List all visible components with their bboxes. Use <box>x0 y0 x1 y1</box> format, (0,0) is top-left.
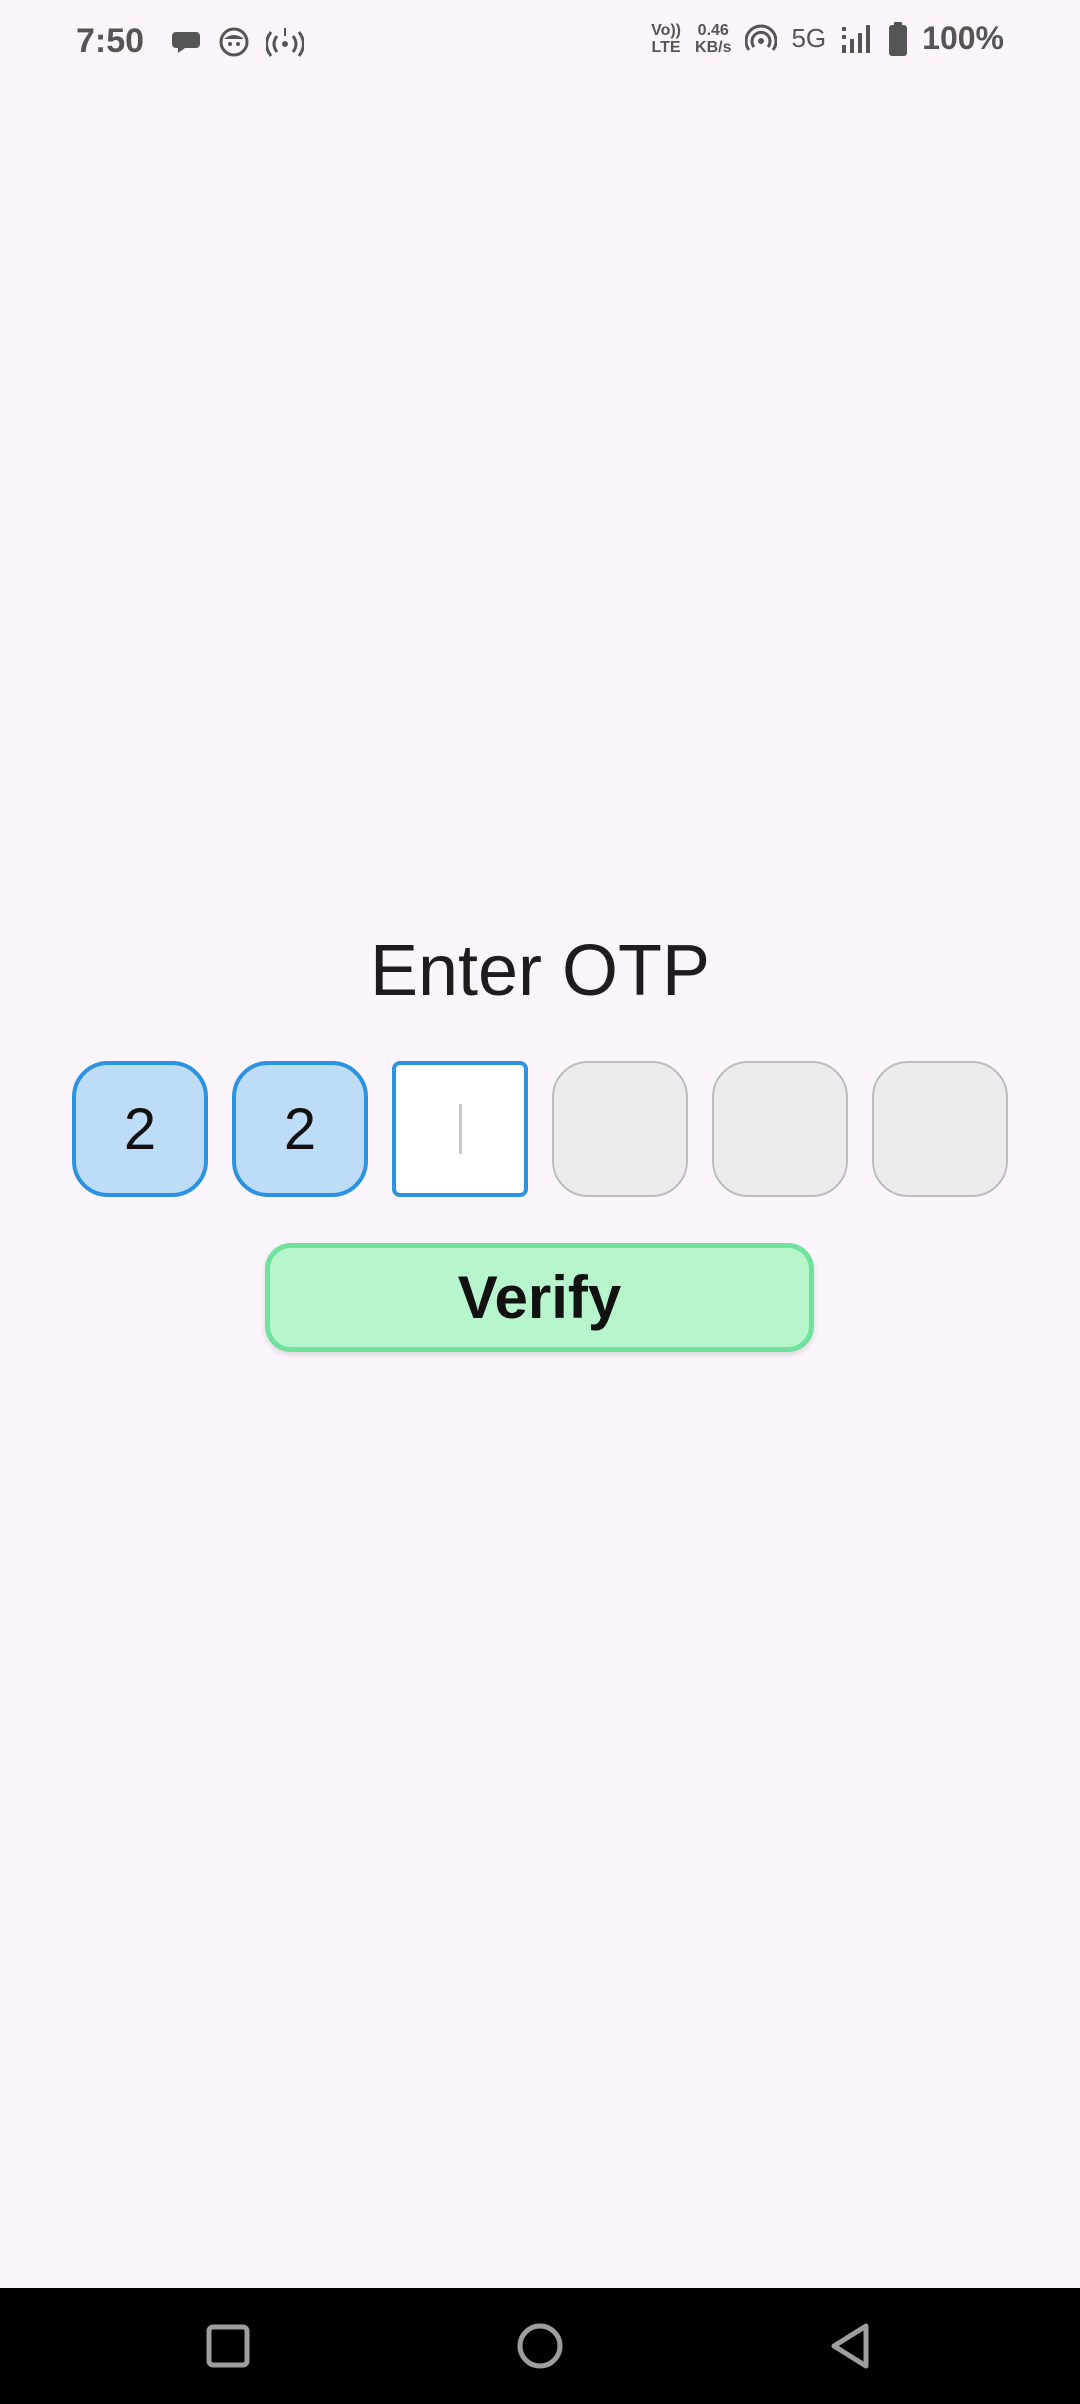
network-type: 5G <box>791 23 827 53</box>
otp-input-row: 2 2 <box>72 1061 1008 1197</box>
home-icon[interactable] <box>512 2318 568 2374</box>
chat-bubble-icon <box>170 26 202 58</box>
hotspot-icon <box>745 23 778 55</box>
otp-screen: 7:50 Vo)) LTE 0.46 KB/s 5G 100% Enter OT… <box>0 0 1080 2404</box>
status-time: 7:50 <box>76 22 145 60</box>
recents-icon[interactable] <box>200 2318 256 2374</box>
battery-percent: 100% <box>922 20 1004 56</box>
volte-icon: Vo)) LTE <box>651 22 681 56</box>
verify-button[interactable]: Verify <box>265 1243 814 1352</box>
signal-icon <box>840 23 874 55</box>
text-caret <box>458 1104 462 1154</box>
broadcast-icon <box>266 26 304 58</box>
otp-digit-3[interactable] <box>392 1061 528 1197</box>
volte-bottom-label: LTE <box>651 38 681 56</box>
back-icon[interactable] <box>822 2318 878 2374</box>
otp-digit-6[interactable] <box>872 1061 1008 1197</box>
battery-icon <box>888 21 908 56</box>
speed-value: 0.46 <box>697 21 729 39</box>
otp-digit-5[interactable] <box>712 1061 848 1197</box>
status-right-icons: Vo)) LTE 0.46 KB/s 5G 100% <box>651 20 1004 57</box>
face-icon <box>218 26 250 58</box>
notification-icons <box>170 26 304 58</box>
page-title: Enter OTP <box>369 931 711 1011</box>
otp-digit-1[interactable]: 2 <box>72 1061 208 1197</box>
network-speed: 0.46 KB/s <box>695 22 731 56</box>
volte-top-label: Vo)) <box>651 21 682 39</box>
otp-digit-2[interactable]: 2 <box>232 1061 368 1197</box>
speed-unit: KB/s <box>695 38 732 56</box>
status-bar: 7:50 Vo)) LTE 0.46 KB/s 5G 100% <box>0 0 1080 90</box>
otp-digit-4[interactable] <box>552 1061 688 1197</box>
system-nav-bar <box>0 2288 1080 2404</box>
